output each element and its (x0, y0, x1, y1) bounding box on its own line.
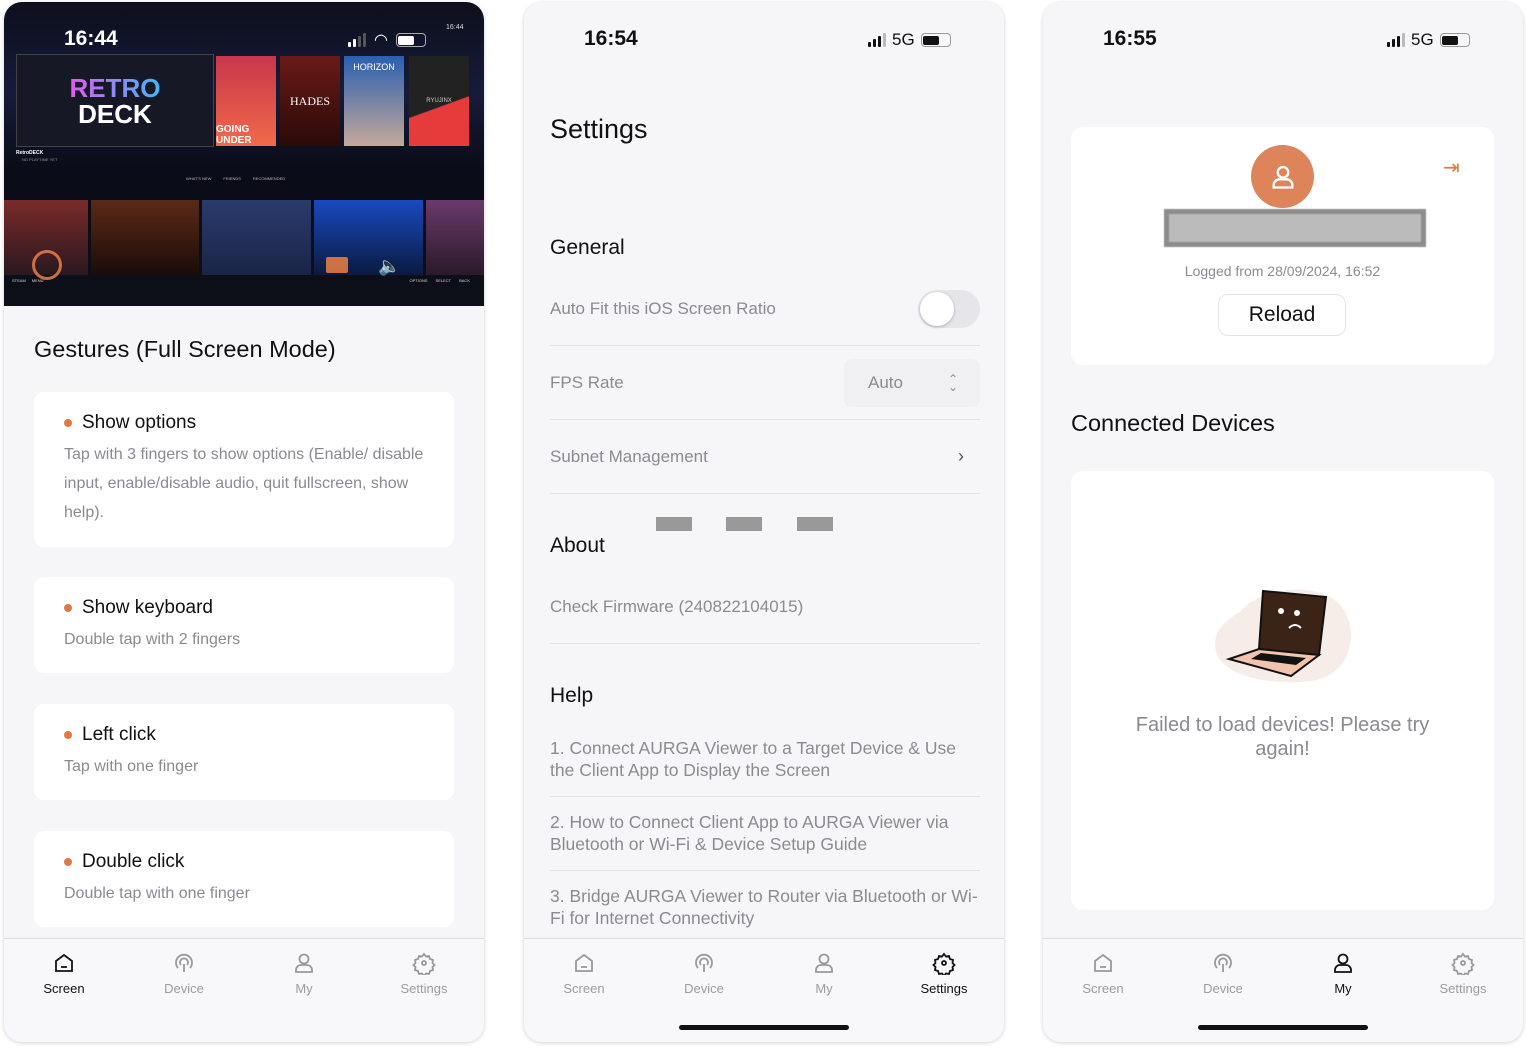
auto-fit-row: Auto Fit this iOS Screen Ratio (550, 272, 980, 346)
status-icons: 5G (868, 30, 951, 50)
gesture-card: Left click Tap with one finger (34, 704, 454, 800)
tab-my[interactable]: My (244, 939, 364, 1042)
help-link[interactable]: 1. Connect AURGA Viewer to a Target Devi… (550, 723, 980, 797)
gesture-card: Double click Double tap with one finger (34, 831, 454, 927)
gear-icon (412, 952, 436, 975)
section-title: Gestures (Full Screen Mode) (34, 336, 336, 362)
redacted-username (1164, 209, 1426, 247)
logout-icon[interactable]: ⇥ (1443, 155, 1460, 180)
section-help: Help (550, 684, 594, 707)
account-card: ⇥ Logged from 28/09/2024, 16:52 Reload (1071, 127, 1494, 365)
home-icon (1094, 953, 1112, 972)
user-icon (295, 953, 313, 973)
broadcast-icon (695, 953, 713, 972)
home-icon (55, 953, 73, 972)
game-tile[interactable]: HORIZON (344, 56, 404, 146)
status-time: 16:54 (584, 27, 638, 50)
section-title: Connected Devices (1071, 410, 1275, 436)
phone-screen-tab: 16:44 ◠ 16:44 RETRO DECK GOING UNDER HADE… (4, 2, 484, 1042)
login-timestamp: Logged from 28/09/2024, 16:52 (1184, 263, 1381, 279)
user-icon (1334, 953, 1352, 973)
avatar (1251, 145, 1314, 208)
broadcast-icon (1214, 953, 1232, 972)
phone-my-tab: 16:55 5G ⇥ Logged from 28/09/2024, 16:52… (1043, 2, 1523, 1042)
tab-settings[interactable]: Settings (364, 939, 484, 1042)
subnet-management-row[interactable]: Subnet Management › (550, 420, 980, 494)
user-icon (1272, 165, 1293, 189)
reload-button[interactable]: Reload (1218, 294, 1346, 336)
tab-settings[interactable]: Settings (1403, 939, 1523, 1042)
gear-icon (1451, 952, 1475, 975)
news-strip (4, 200, 484, 275)
fps-rate-row: FPS Rate Auto ⌃ ⌄ (550, 346, 980, 420)
home-icon (575, 953, 593, 972)
broken-laptop-illustration (1215, 589, 1351, 683)
fps-rate-select[interactable]: Auto ⌃ ⌄ (844, 358, 980, 407)
home-indicator[interactable] (679, 1025, 849, 1030)
game-tile[interactable]: RYUJINX (409, 56, 469, 146)
help-link[interactable]: 2. How to Connect Client App to AURGA Vi… (550, 797, 980, 871)
redacted-block (726, 517, 762, 531)
help-link[interactable]: 3. Bridge AURGA Viewer to Router via Blu… (550, 871, 980, 944)
phone-settings-tab: 16:54 5G Settings General Auto Fit this … (524, 2, 1004, 1042)
gesture-card: Show options Tap with 3 fingers to show o… (34, 392, 454, 547)
tab-settings[interactable]: Settings (884, 939, 1004, 1042)
tab-bar: Screen Device My Settings (4, 938, 484, 1042)
home-indicator[interactable] (1198, 1025, 1368, 1030)
game-screen-preview[interactable]: 16:44 ◠ 16:44 RETRO DECK GOING UNDER HADE… (4, 2, 484, 306)
tab-screen[interactable]: Screen (4, 939, 124, 1042)
game-tile[interactable]: GOING UNDER (216, 56, 276, 146)
status-time: 16:55 (1103, 27, 1157, 50)
speaker-icon[interactable]: 🔈 (378, 256, 400, 277)
user-icon (815, 953, 833, 973)
section-general: General (550, 236, 625, 259)
tab-screen[interactable]: Screen (524, 939, 644, 1042)
status-time: 16:44 (64, 27, 118, 50)
tab-screen[interactable]: Screen (1043, 939, 1163, 1042)
page-title: Settings (550, 114, 648, 144)
section-about: About (550, 534, 605, 557)
devices-card: Failed to load devices! Please try again… (1071, 471, 1494, 910)
steam-tabs: WHAT'S NEW FRIENDS RECOMMENDED (186, 176, 286, 181)
touch-indicator-icon (32, 250, 62, 280)
tab-device[interactable]: Device (124, 939, 244, 1042)
wifi-icon: ◠ (374, 32, 388, 49)
gear-icon (932, 952, 956, 975)
updown-chevron-icon: ⌃ ⌄ (947, 371, 958, 394)
redacted-block (797, 517, 833, 531)
gesture-card: Show keyboard Double tap with 2 fingers (34, 577, 454, 673)
keyboard-icon[interactable] (326, 257, 348, 273)
status-icons: ◠ (348, 30, 426, 50)
retrodeck-logo-tile[interactable]: RETRO DECK (16, 54, 214, 147)
status-icons: 5G (1387, 30, 1470, 50)
chevron-right-icon: › (958, 446, 964, 466)
check-firmware-row[interactable]: Check Firmware (240822104015) (550, 570, 980, 644)
broadcast-icon (175, 953, 193, 972)
error-message: Failed to load devices! Please try again… (1135, 714, 1430, 760)
auto-fit-toggle[interactable] (918, 289, 980, 328)
game-tile[interactable]: HADES (280, 56, 340, 146)
redacted-block (656, 517, 692, 531)
